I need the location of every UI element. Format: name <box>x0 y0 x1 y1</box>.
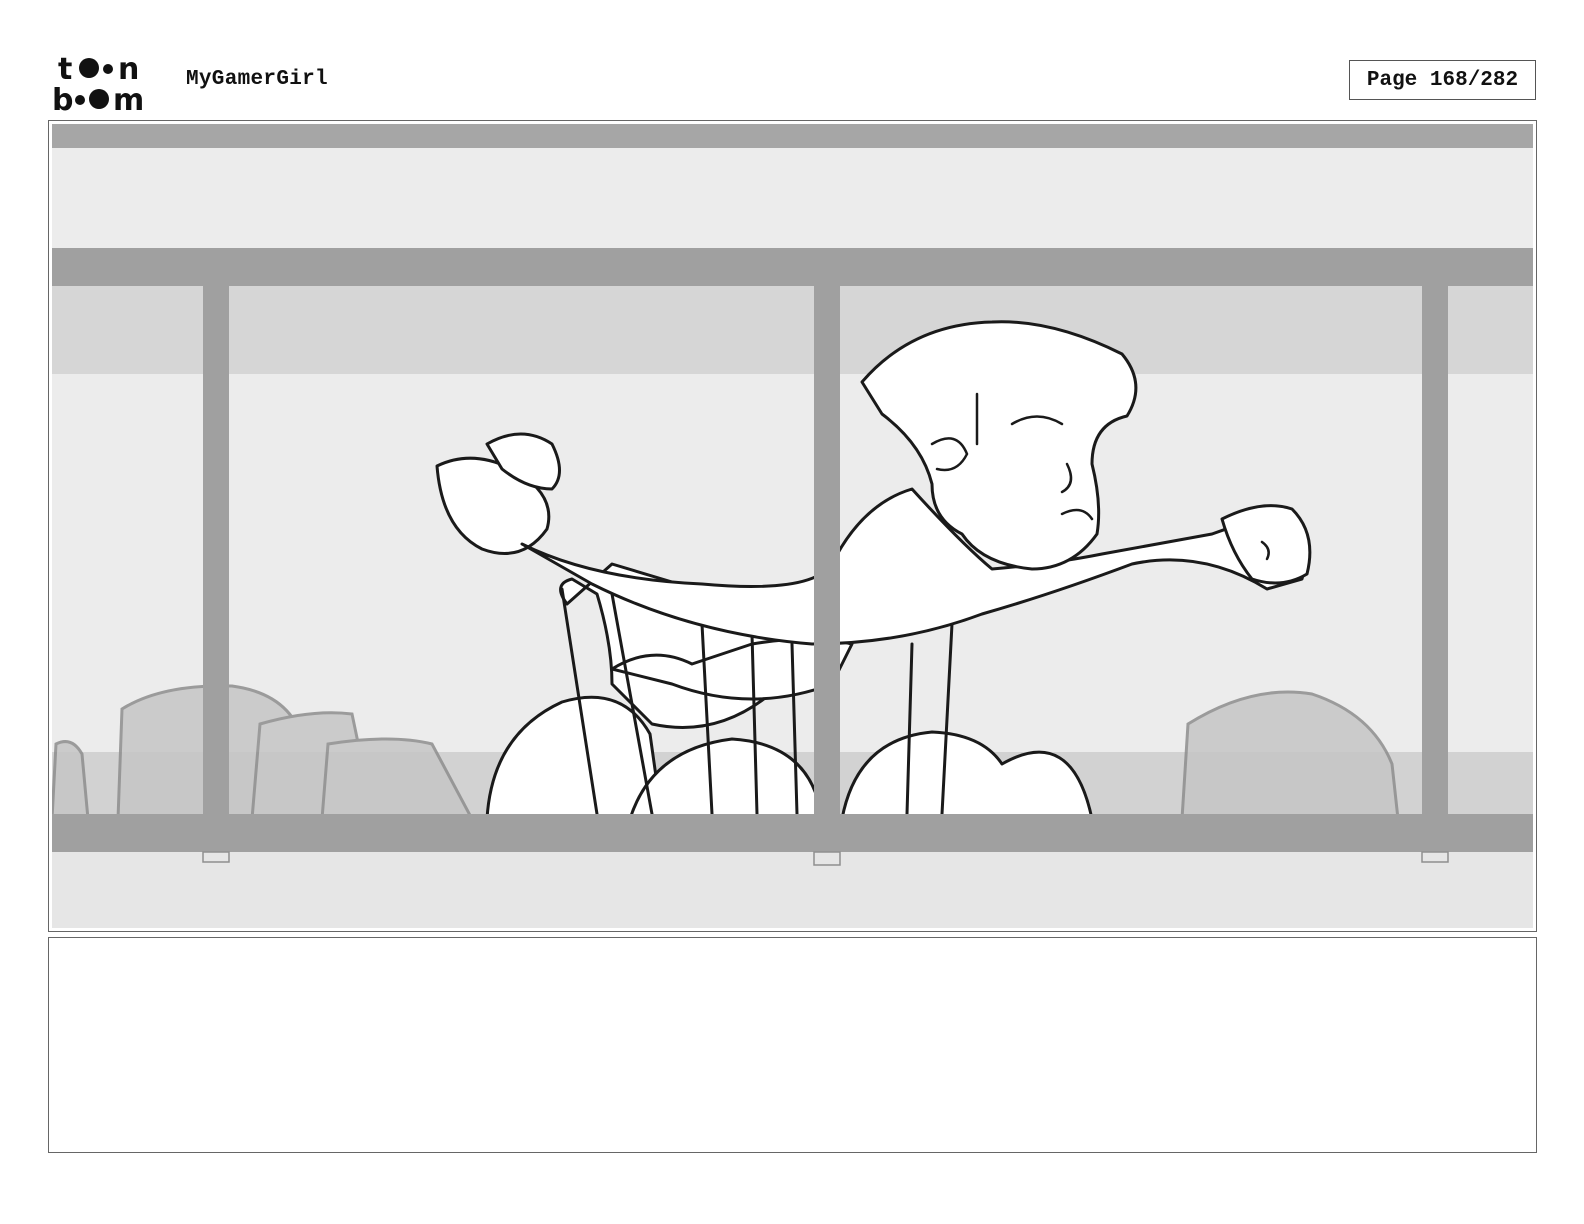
svg-text:b: b <box>52 83 73 112</box>
storyboard-panel-image <box>52 124 1533 928</box>
svg-text:t: t <box>58 52 72 87</box>
project-title: MyGamerGirl <box>186 68 328 91</box>
panel-notes-area <box>48 937 1537 1153</box>
svg-text:n: n <box>118 52 139 87</box>
toon-boom-logo: t n b m <box>52 52 144 112</box>
svg-text:m: m <box>113 83 144 112</box>
page-number: Page 168/282 <box>1349 60 1536 100</box>
